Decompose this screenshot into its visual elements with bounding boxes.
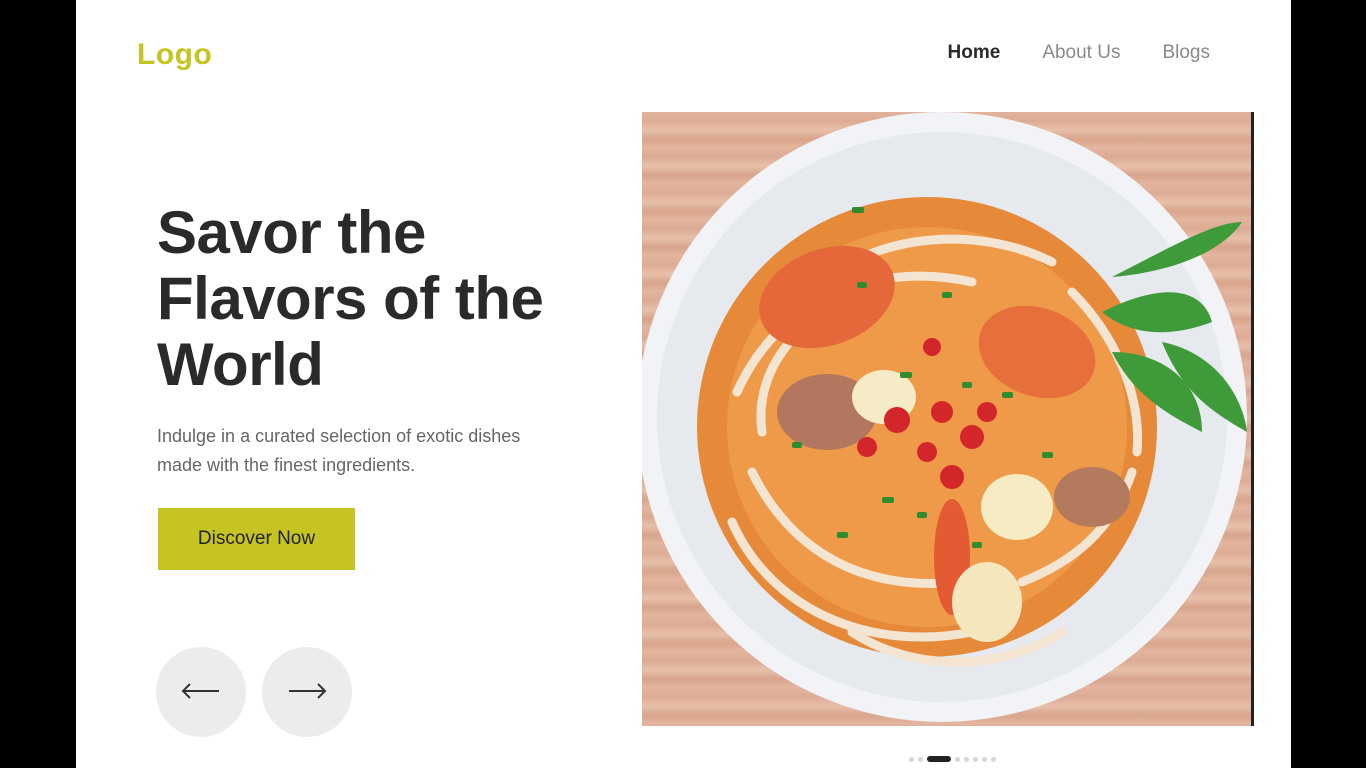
next-slide-button[interactable] (262, 647, 352, 737)
nav-about-us[interactable]: About Us (1042, 42, 1120, 64)
nav-home[interactable]: Home (948, 42, 1001, 64)
nav-blogs[interactable]: Blogs (1162, 42, 1210, 64)
hero-food-image (642, 112, 1254, 726)
carousel-dot[interactable] (955, 756, 960, 762)
main-nav: Home About Us Blogs (948, 42, 1210, 64)
hero-headline: Savor the Flavors of the World (157, 200, 617, 398)
arrow-left-icon (181, 682, 221, 702)
carousel-dot[interactable] (973, 756, 978, 762)
carousel-dot[interactable] (982, 756, 987, 762)
subtext-line-1: Indulge in a curated selection of exotic… (157, 426, 521, 446)
previous-slide-button[interactable] (156, 647, 246, 737)
subtext-line-2: made with the finest ingredients. (157, 455, 416, 475)
headline-line-2: Flavors of the (157, 265, 544, 332)
carousel-dots (909, 756, 996, 762)
carousel-dot[interactable] (991, 756, 996, 762)
hero-subtext: Indulge in a curated selection of exotic… (157, 422, 597, 480)
discover-now-button[interactable]: Discover Now (158, 508, 355, 570)
landing-page: Logo Home About Us Blogs Savor the Flavo… (76, 0, 1291, 768)
logo[interactable]: Logo (137, 38, 212, 72)
arrow-right-icon (287, 682, 327, 702)
carousel-dot[interactable] (964, 756, 969, 762)
headline-line-1: Savor the (157, 199, 426, 266)
carousel-dot[interactable] (909, 756, 914, 762)
carousel-dot[interactable] (927, 756, 951, 762)
carousel-dot[interactable] (918, 756, 923, 762)
headline-line-3: World (157, 331, 324, 398)
